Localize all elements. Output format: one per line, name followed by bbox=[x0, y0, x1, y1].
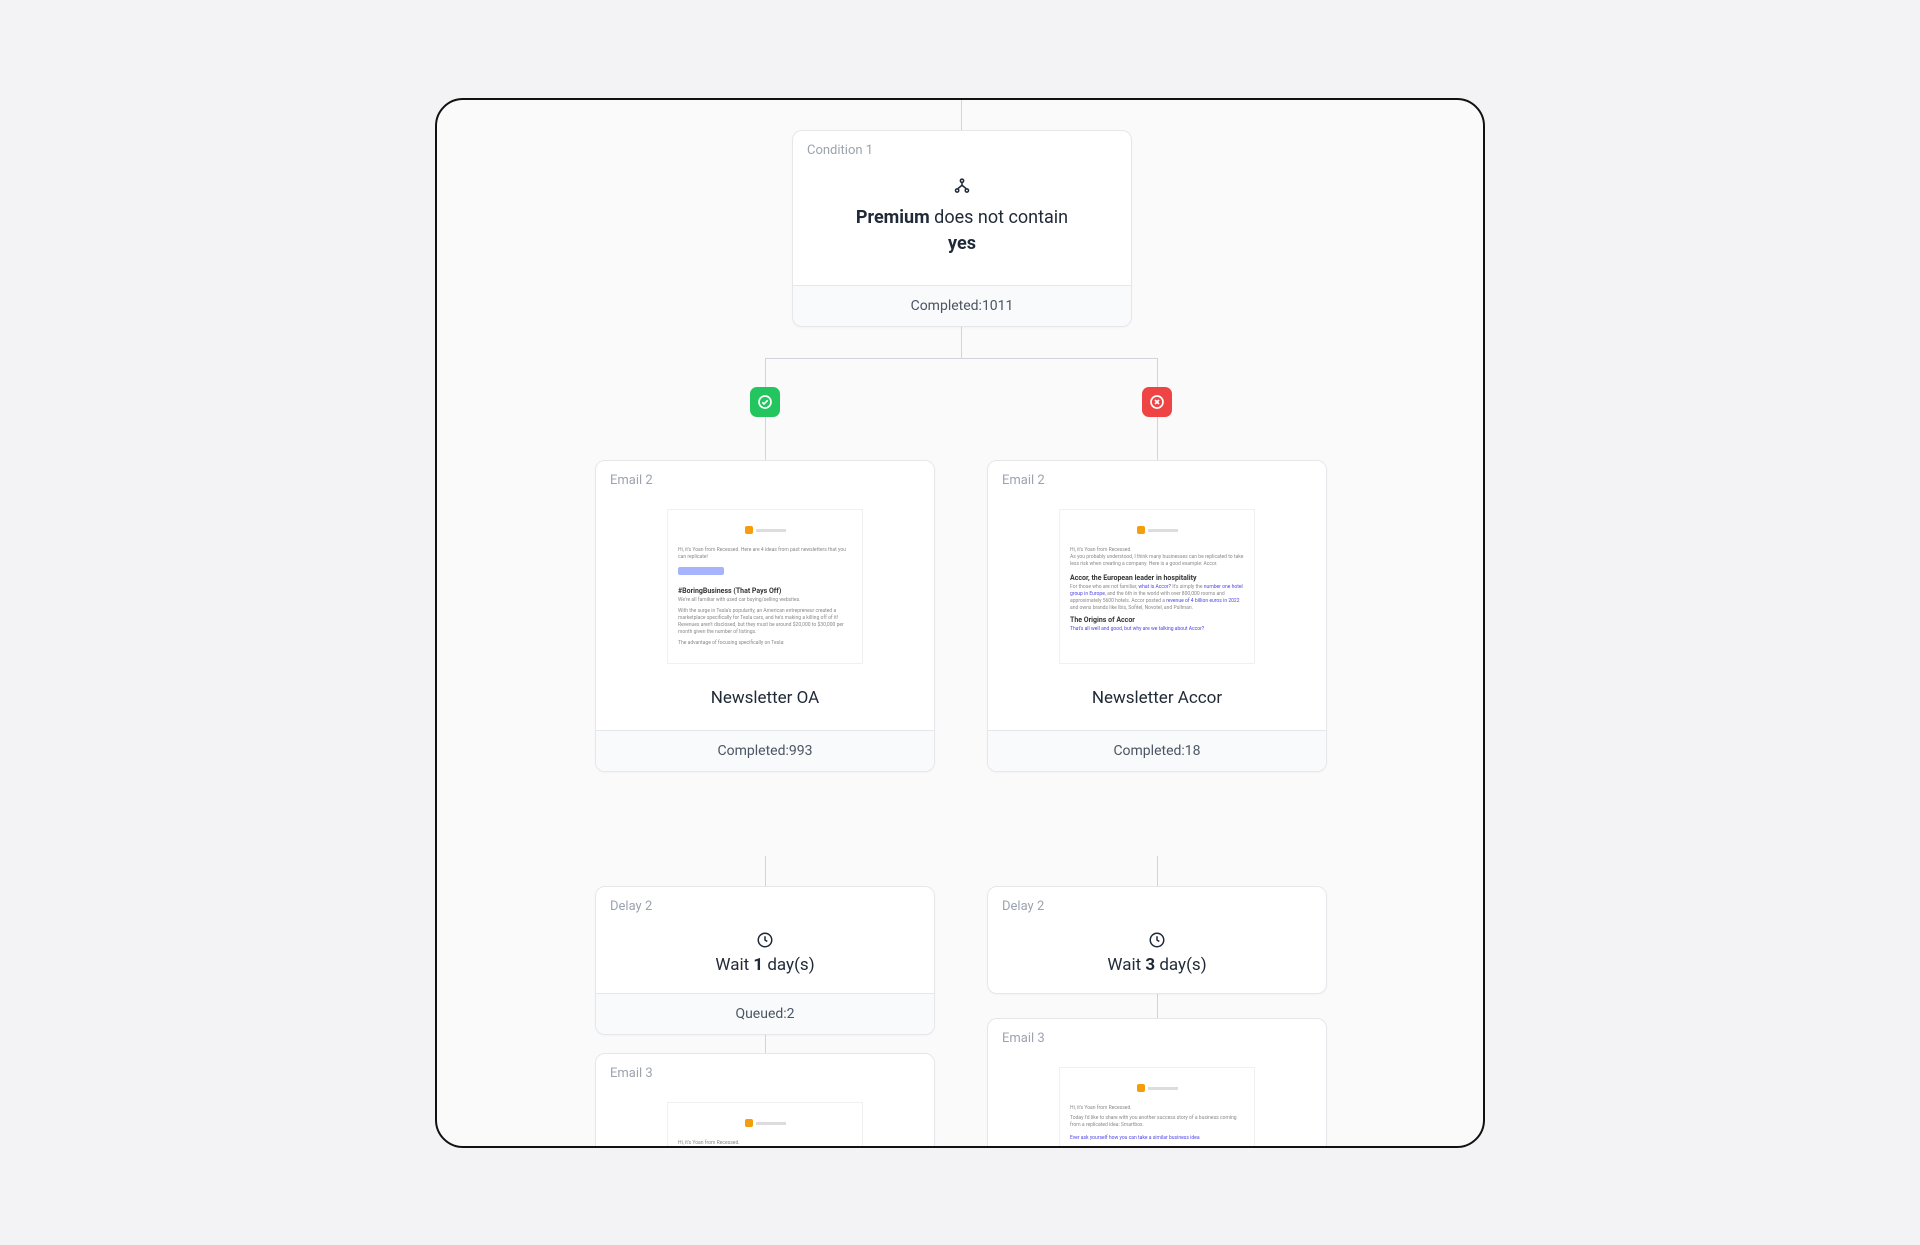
connector bbox=[961, 322, 962, 358]
connector bbox=[765, 856, 766, 886]
footer-label: Queued: bbox=[735, 1006, 786, 1022]
branch-icon bbox=[953, 177, 971, 195]
condition-field: Premium bbox=[856, 207, 930, 228]
email-preview: Hi, it's Yoan from Recessed. Today I'd l… bbox=[1059, 1067, 1255, 1148]
email-title: Newsletter OA bbox=[596, 664, 934, 730]
footer-label: Completed: bbox=[718, 743, 789, 759]
condition-value: yes bbox=[948, 233, 976, 254]
node-label: Condition 1 bbox=[807, 143, 873, 158]
node-label: Email 3 bbox=[1002, 1031, 1045, 1046]
clock-icon bbox=[756, 931, 774, 949]
x-circle-icon bbox=[1149, 394, 1165, 410]
footer-count: 18 bbox=[1185, 743, 1201, 759]
email-preview: Hi, it's Yoan from Recessed. Here are 4 … bbox=[667, 509, 863, 664]
footer-count: 993 bbox=[789, 743, 813, 759]
clock-icon bbox=[1148, 931, 1166, 949]
email-node-yes-3[interactable]: Email 3 Hi, it's Yoan from Recessed. As … bbox=[595, 1053, 935, 1148]
connector bbox=[1157, 416, 1158, 460]
workflow-canvas: Condition 1 Premium does not contain yes… bbox=[437, 100, 1483, 1146]
footer-count: 1011 bbox=[982, 298, 1013, 314]
connector bbox=[765, 358, 766, 387]
footer-label: Completed: bbox=[911, 298, 982, 314]
condition-node[interactable]: Condition 1 Premium does not contain yes… bbox=[792, 130, 1132, 327]
email-preview: Hi, it's Yoan from Recessed. As you prob… bbox=[1059, 509, 1255, 664]
node-label: Delay 2 bbox=[610, 899, 652, 914]
email-preview: Hi, it's Yoan from Recessed. As you prob… bbox=[667, 1102, 863, 1148]
condition-op: does not contain bbox=[934, 207, 1068, 228]
email-node-yes[interactable]: Email 2 Hi, it's Yoan from Recessed. Her… bbox=[595, 460, 935, 772]
email-node-no[interactable]: Email 2 Hi, it's Yoan from Recessed. As … bbox=[987, 460, 1327, 772]
connector bbox=[1157, 358, 1158, 387]
email-title: Newsletter Accor bbox=[988, 664, 1326, 730]
workflow-frame: Condition 1 Premium does not contain yes… bbox=[435, 98, 1485, 1148]
node-label: Delay 2 bbox=[1002, 899, 1044, 914]
check-circle-icon bbox=[757, 394, 773, 410]
email-node-no-3[interactable]: Email 3 Hi, it's Yoan from Recessed. Tod… bbox=[987, 1018, 1327, 1148]
branch-no-badge bbox=[1142, 387, 1172, 417]
footer-count: 2 bbox=[787, 1006, 795, 1022]
footer-label: Completed: bbox=[1113, 743, 1184, 759]
delay-node-yes[interactable]: Delay 2 Wait 1 day(s) Queued:2 bbox=[595, 886, 935, 1035]
node-label: Email 2 bbox=[1002, 473, 1045, 488]
connector bbox=[961, 100, 962, 130]
delay-node-no[interactable]: Delay 2 Wait 3 day(s) bbox=[987, 886, 1327, 994]
node-label: Email 2 bbox=[610, 473, 653, 488]
connector bbox=[765, 416, 766, 460]
connector bbox=[765, 358, 1158, 359]
connector bbox=[1157, 856, 1158, 886]
node-label: Email 3 bbox=[610, 1066, 653, 1081]
branch-yes-badge bbox=[750, 387, 780, 417]
